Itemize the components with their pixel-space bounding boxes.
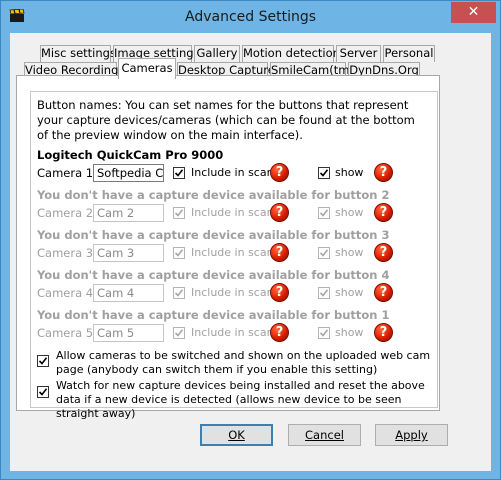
cancel-button-label: Cancel [305, 428, 344, 442]
help-icon[interactable]: ? [374, 203, 393, 222]
allow-switch-label: Allow cameras to be switched and shown o… [56, 349, 431, 376]
camera-4-label: Camera 4 [37, 286, 94, 300]
help-icon[interactable]: ? [270, 163, 289, 182]
close-icon: ✕ [467, 4, 480, 20]
camera-2-include-checkbox[interactable] [173, 207, 185, 219]
camera-5-include-checkbox[interactable] [173, 327, 185, 339]
help-icon[interactable]: ? [270, 243, 289, 262]
no-device-message-4: You don't have a capture device availabl… [37, 268, 390, 282]
camera-3-label: Camera 3 [37, 246, 94, 260]
tab-gallery[interactable]: Gallery [194, 45, 240, 62]
ok-button[interactable]: OK [200, 424, 273, 446]
close-button[interactable]: ✕ [451, 2, 496, 23]
title-bar: Advanced Settings ✕ [1, 1, 500, 33]
help-icon[interactable]: ? [374, 243, 393, 262]
camera-3-show-checkbox[interactable] [318, 247, 330, 259]
tab-personal[interactable]: Personal [383, 45, 435, 62]
help-icon[interactable]: ? [270, 323, 289, 342]
camera-1-show-label: show [335, 166, 364, 179]
camera-5-show-label: show [335, 326, 364, 339]
camera-5-include-label: Include in scan [191, 326, 274, 339]
no-device-message-5: You don't have a capture device availabl… [37, 308, 390, 322]
camera-2-include-label: Include in scan [191, 206, 274, 219]
camera-5-label: Camera 5 [37, 326, 94, 340]
cancel-button[interactable]: Cancel [288, 424, 361, 446]
help-icon[interactable]: ? [374, 163, 393, 182]
camera-1-include-label: Include in scan [191, 166, 274, 179]
camera-2-show-checkbox[interactable] [318, 207, 330, 219]
tab-misc-settings[interactable]: Misc settings [40, 45, 116, 62]
help-icon[interactable]: ? [270, 283, 289, 302]
no-device-message-3: You don't have a capture device availabl… [37, 228, 390, 242]
allow-switch-checkbox[interactable] [37, 355, 49, 367]
apply-button[interactable]: Apply [375, 424, 448, 446]
camera-4-show-label: show [335, 286, 364, 299]
apply-button-label: Apply [395, 428, 428, 442]
help-icon[interactable]: ? [270, 203, 289, 222]
camera-5-name-input[interactable]: Cam 5 [93, 324, 164, 342]
button-names-description: Button names: You can set names for the … [37, 98, 415, 142]
camera-1-name-input[interactable]: Softpedia Cam [93, 164, 164, 182]
camera-1-label: Camera 1 [37, 166, 94, 180]
camera-4-include-checkbox[interactable] [173, 287, 185, 299]
camera-2-name-input[interactable]: Cam 2 [93, 204, 164, 222]
window-title: Advanced Settings [184, 9, 317, 25]
camera-1-include-checkbox[interactable] [173, 167, 185, 179]
camera-3-include-label: Include in scan [191, 246, 274, 259]
watch-devices-label: Watch for new capture devices being inst… [56, 379, 425, 420]
tab-cameras[interactable]: Cameras [118, 58, 176, 79]
help-icon[interactable]: ? [374, 283, 393, 302]
camera-4-include-label: Include in scan [191, 286, 274, 299]
watch-devices-checkbox[interactable] [37, 386, 49, 398]
no-device-message-2: You don't have a capture device availabl… [37, 188, 390, 202]
camera-3-name-input[interactable]: Cam 3 [93, 244, 164, 262]
camera-1-show-checkbox[interactable] [318, 167, 330, 179]
camera-4-show-checkbox[interactable] [318, 287, 330, 299]
camera-5-show-checkbox[interactable] [318, 327, 330, 339]
camera-2-show-label: show [335, 206, 364, 219]
camera-3-include-checkbox[interactable] [173, 247, 185, 259]
camera-3-show-label: show [335, 246, 364, 259]
camera-2-label: Camera 2 [37, 206, 94, 220]
help-icon[interactable]: ? [374, 323, 393, 342]
tab-motion-detection[interactable]: Motion detection [242, 45, 340, 62]
device-name-label: Logitech QuickCam Pro 9000 [37, 148, 224, 162]
ok-button-label: OK [228, 428, 245, 442]
tab-server[interactable]: Server [336, 45, 381, 62]
camera-4-name-input[interactable]: Cam 4 [93, 284, 164, 302]
